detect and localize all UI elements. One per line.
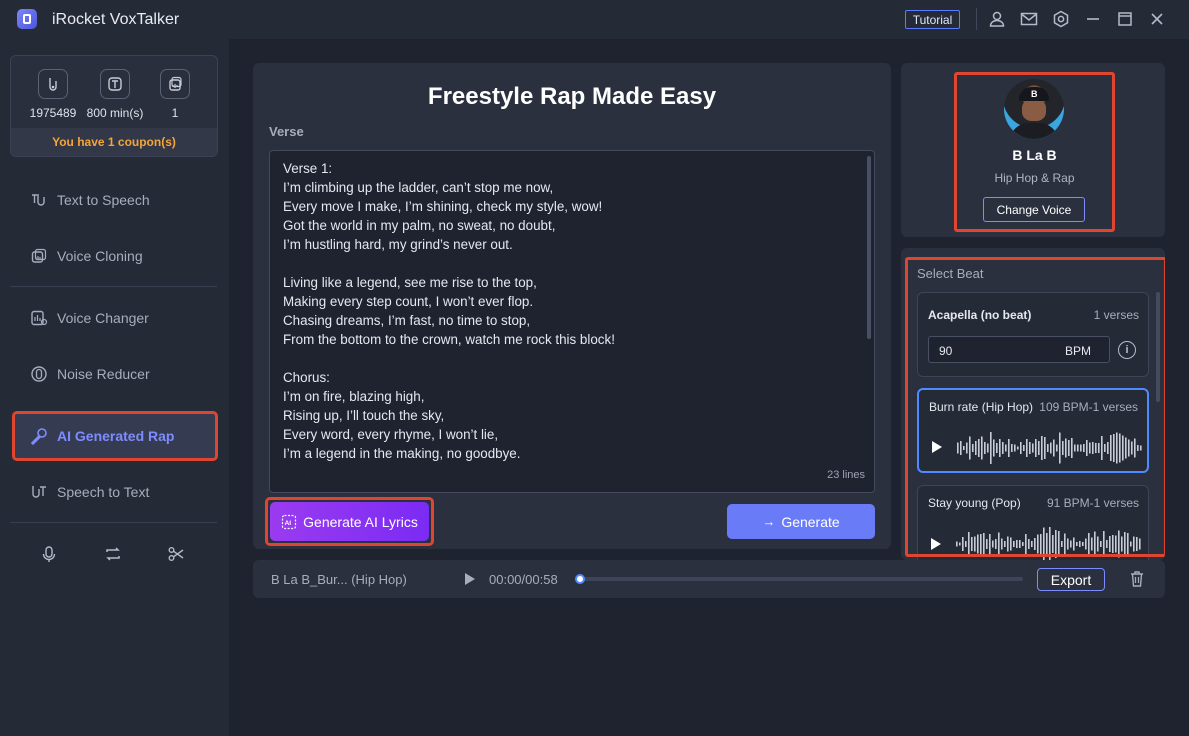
mail-icon[interactable]	[1020, 10, 1038, 28]
nav-noise-reducer[interactable]: Noise Reducer	[12, 354, 218, 394]
minutes-icon	[100, 69, 130, 99]
title-bar: iRocket VoxTalker Tutorial	[0, 0, 1189, 39]
app-title: iRocket VoxTalker	[52, 11, 180, 28]
voice-panel: B B La B Hip Hop & Rap Change Voice	[901, 63, 1165, 237]
line-count: 23 lines	[827, 469, 865, 481]
maximize-icon[interactable]	[1116, 10, 1134, 28]
nav-label: Voice Cloning	[57, 248, 143, 264]
arrow-right-icon: →	[762, 514, 776, 529]
nav-text-to-speech[interactable]: Text to Speech	[12, 180, 218, 220]
settings-icon[interactable]	[1052, 10, 1070, 28]
speech-to-text-icon	[29, 482, 49, 502]
beat-panel: Select Beat Acapella (no beat) 1 verses …	[901, 248, 1165, 560]
progress-knob[interactable]	[575, 574, 585, 584]
svg-text:AI: AI	[285, 520, 292, 527]
sidebar: 1975489 800 min(s) 1 You have 1 coupon(s…	[0, 39, 229, 736]
lyrics-textarea[interactable]: Verse 1: I’m climbing up the ladder, can…	[269, 150, 875, 493]
app-logo-icon	[17, 9, 37, 29]
characters-icon	[38, 69, 68, 99]
progress-bar[interactable]	[575, 574, 1023, 584]
nav-label: Speech to Text	[57, 484, 150, 500]
coupon-notice[interactable]: You have 1 coupon(s)	[11, 128, 217, 156]
convert-icon[interactable]	[103, 544, 123, 564]
toolbar-divider	[976, 8, 977, 30]
generate-ai-lyrics-highlight: AI Generate AI Lyrics	[265, 497, 434, 546]
generate-button[interactable]: → Generate	[727, 504, 875, 539]
voice-changer-icon	[29, 308, 49, 328]
stat-characters: 1975489	[23, 69, 83, 120]
stat-value: 1975489	[29, 106, 77, 120]
record-icon[interactable]	[39, 544, 59, 564]
voice-genre: Hip Hop & Rap	[994, 171, 1075, 185]
player-track-name: B La B_Bur... (Hip Hop)	[271, 572, 407, 587]
voice-name: B La B	[1012, 147, 1057, 163]
trash-icon[interactable]	[1129, 570, 1145, 588]
nav-label: Text to Speech	[57, 192, 150, 208]
generate-label: Generate	[781, 513, 840, 530]
generate-ai-lyrics-label: Generate AI Lyrics	[303, 513, 418, 530]
stat-value: 1	[171, 106, 179, 120]
stat-value: 800 min(s)	[86, 106, 144, 120]
generate-ai-lyrics-button[interactable]: AI Generate AI Lyrics	[270, 502, 429, 541]
lyrics-scrollbar[interactable]	[867, 156, 871, 339]
audio-player: B La B_Bur... (Hip Hop) 00:00/00:58 Expo…	[253, 560, 1165, 598]
close-icon[interactable]	[1148, 10, 1166, 28]
microphone-icon	[29, 426, 49, 446]
rap-editor-panel: Freestyle Rap Made Easy Verse Verse 1: I…	[253, 63, 891, 549]
play-icon[interactable]	[464, 572, 476, 586]
nav-speech-to-text[interactable]: Speech to Text	[12, 472, 218, 512]
tutorial-button[interactable]: Tutorial	[905, 10, 960, 29]
beat-highlight	[905, 257, 1165, 557]
text-to-speech-icon	[29, 190, 49, 210]
stat-voice-clones: 1	[145, 69, 205, 120]
nav-ai-generated-rap[interactable]: AI Generated Rap	[12, 411, 218, 461]
nav-voice-cloning[interactable]: Voice Cloning	[12, 236, 218, 276]
noise-reducer-icon	[29, 364, 49, 384]
voice-cloning-icon	[29, 246, 49, 266]
nav-label: Noise Reducer	[57, 366, 150, 382]
avatar[interactable]: B	[1004, 79, 1064, 139]
usage-stats-card: 1975489 800 min(s) 1 You have 1 coupon(s…	[10, 55, 218, 157]
nav-label: AI Generated Rap	[57, 428, 175, 444]
nav-label: Voice Changer	[57, 310, 149, 326]
cut-icon[interactable]	[166, 544, 186, 564]
verse-label: Verse	[269, 124, 304, 139]
lyrics-text[interactable]: Verse 1: I’m climbing up the ladder, can…	[283, 159, 853, 469]
export-button[interactable]: Export	[1037, 568, 1105, 591]
nav-voice-changer[interactable]: Voice Changer	[12, 298, 218, 338]
page-title: Freestyle Rap Made Easy	[427, 83, 717, 110]
stat-minutes: 800 min(s)	[85, 69, 145, 120]
ai-icon: AI	[281, 514, 297, 530]
nav-divider	[10, 286, 217, 287]
minimize-icon[interactable]	[1084, 10, 1102, 28]
player-time: 00:00/00:58	[489, 572, 558, 587]
change-voice-button[interactable]: Change Voice	[983, 197, 1085, 222]
voice-highlight: B B La B Hip Hop & Rap Change Voice	[954, 72, 1115, 232]
nav-divider	[10, 522, 217, 523]
user-icon[interactable]	[988, 10, 1006, 28]
bottom-tools	[10, 539, 217, 569]
voice-clone-count-icon	[160, 69, 190, 99]
